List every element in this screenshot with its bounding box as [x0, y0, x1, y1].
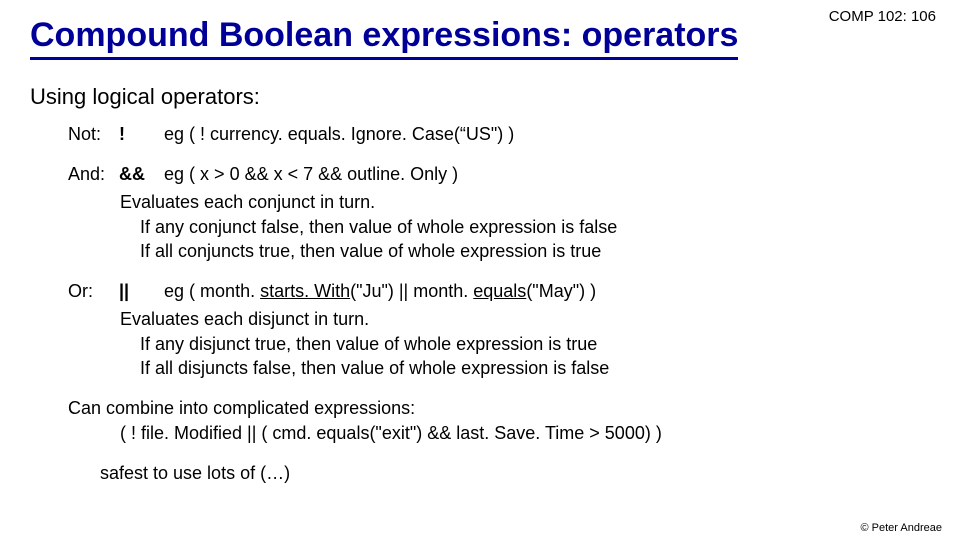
not-label: Not: — [68, 122, 114, 146]
and-example: eg ( x > 0 && x < 7 && outline. Only ) — [164, 164, 458, 184]
safest-note: safest to use lots of (…) — [100, 461, 930, 485]
or-explain-1: Evaluates each disjunct in turn. — [120, 307, 930, 331]
or-row: Or: || eg ( month. starts. With("Ju") ||… — [68, 279, 930, 303]
or-example: eg ( month. starts. With("Ju") || month.… — [164, 281, 596, 301]
or-example-startswith: starts. With — [260, 281, 350, 301]
slide-body: Using logical operators: Not: ! eg ( ! c… — [30, 82, 930, 485]
or-explain-2: If any disjunct true, then value of whol… — [140, 332, 930, 356]
or-example-mid: ("Ju") || month. — [350, 281, 473, 301]
or-example-pre: eg ( month. — [164, 281, 260, 301]
not-block: Not: ! eg ( ! currency. equals. Ignore. … — [30, 122, 930, 146]
and-row: And: && eg ( x > 0 && x < 7 && outline. … — [68, 162, 930, 186]
and-symbol: && — [119, 162, 159, 186]
not-symbol: ! — [119, 122, 159, 146]
and-explain-1: Evaluates each conjunct in turn. — [120, 190, 930, 214]
combine-block: Can combine into complicated expressions… — [30, 396, 930, 445]
subheading: Using logical operators: — [30, 82, 930, 112]
or-explain-3: If all disjuncts false, then value of wh… — [140, 356, 930, 380]
and-explain-2: If any conjunct false, then value of who… — [140, 215, 930, 239]
or-example-equals: equals — [473, 281, 526, 301]
slide-title: Compound Boolean expressions: operators — [30, 16, 738, 60]
slide: COMP 102: 106 Compound Boolean expressio… — [0, 0, 960, 540]
or-label: Or: — [68, 279, 114, 303]
not-example-rest: US") ) — [466, 124, 514, 144]
combine-expr: ( ! file. Modified || ( cmd. equals("exi… — [120, 421, 930, 445]
copyright: © Peter Andreae — [861, 522, 943, 534]
not-row: Not: ! eg ( ! currency. equals. Ignore. … — [68, 122, 930, 146]
or-block: Or: || eg ( month. starts. With("Ju") ||… — [30, 279, 930, 380]
or-symbol: || — [119, 279, 159, 303]
combine-head: Can combine into complicated expressions… — [68, 396, 930, 420]
or-example-post: ("May") ) — [526, 281, 596, 301]
and-explain-3: If all conjuncts true, then value of who… — [140, 239, 930, 263]
not-example: eg ( ! currency. equals. Ignore. Case(“U… — [164, 124, 514, 144]
and-block: And: && eg ( x > 0 && x < 7 && outline. … — [30, 162, 930, 263]
and-label: And: — [68, 162, 114, 186]
not-example-pre: eg ( ! currency. equals. Ignore. Case( — [164, 124, 460, 144]
course-tag: COMP 102: 106 — [829, 8, 936, 25]
